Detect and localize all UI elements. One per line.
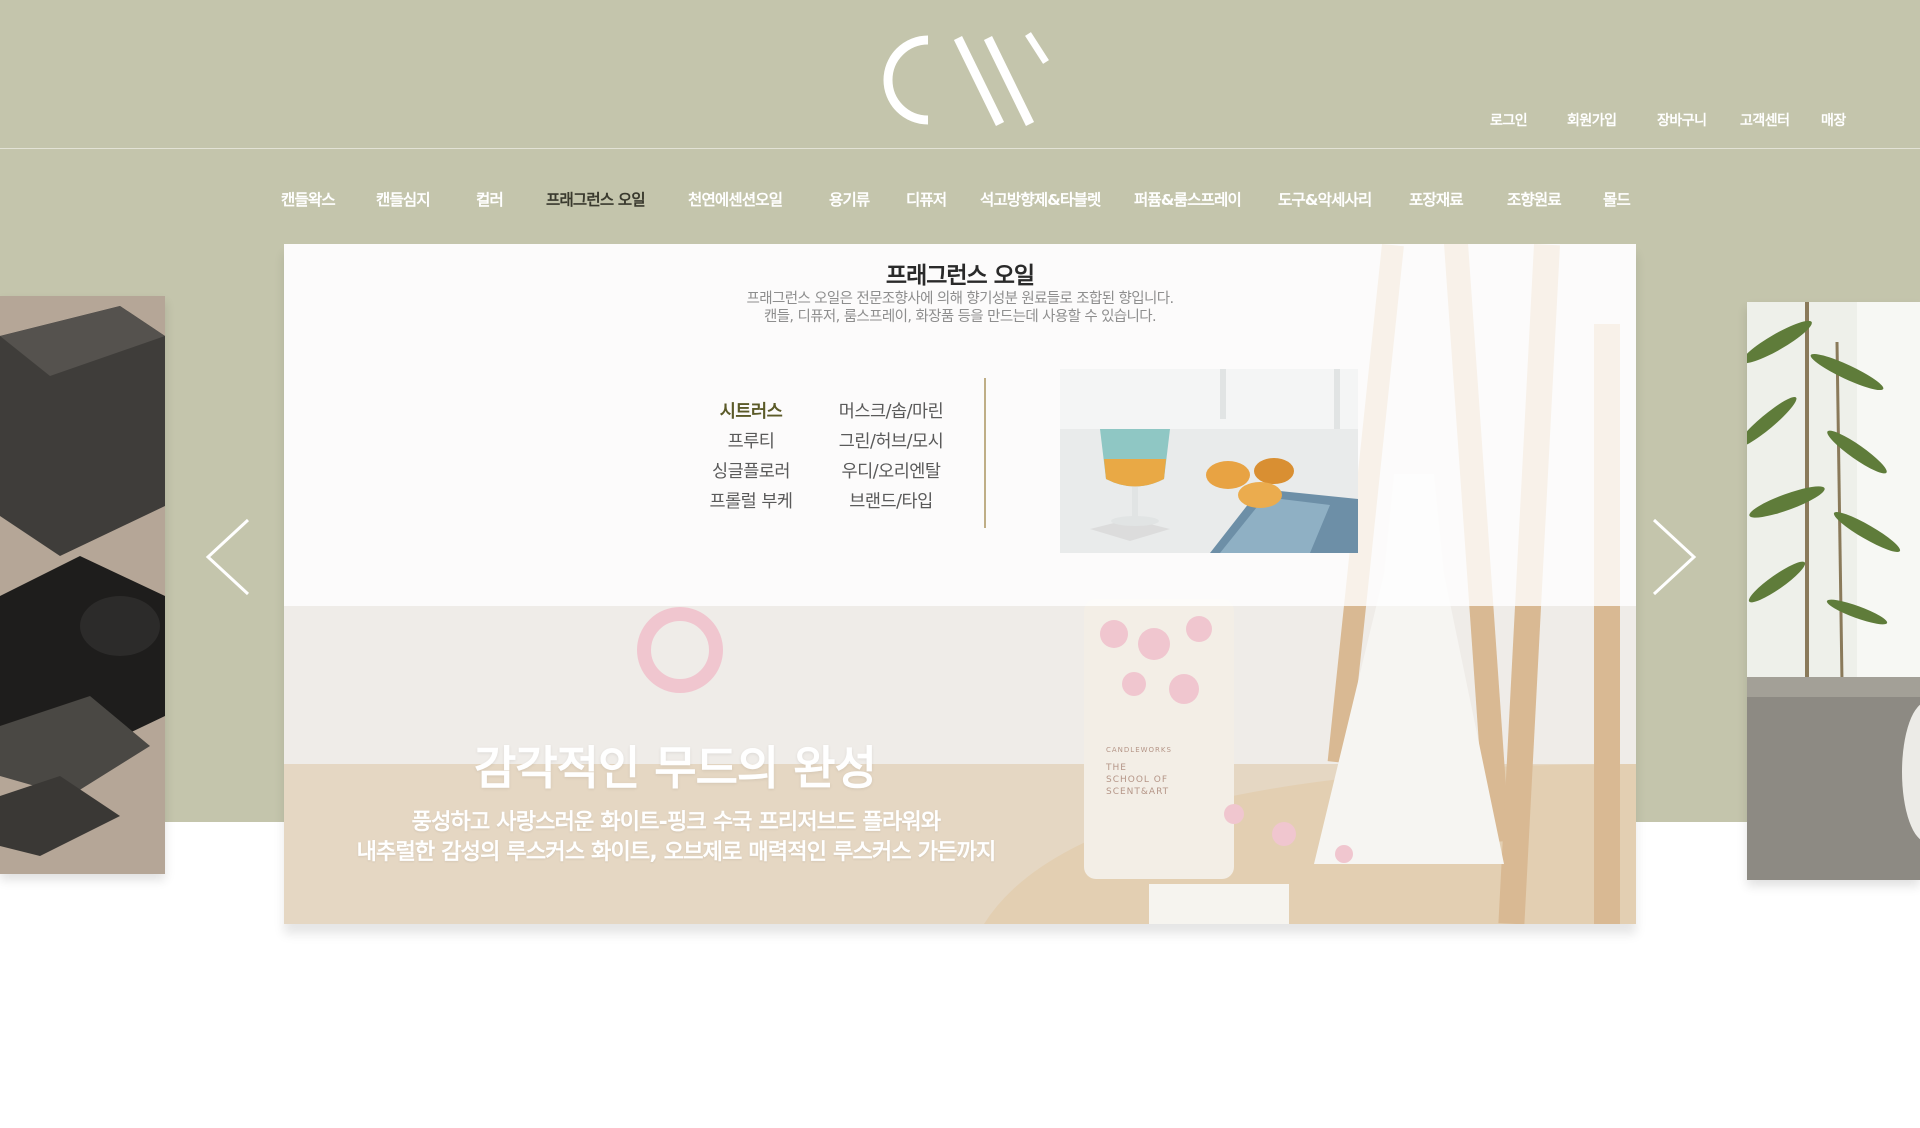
sub-musk-soap-marine[interactable]: 머스크/솝/마린: [826, 398, 956, 423]
main-nav: 캔들왁스 캔들심지 컬러 프래그런스 오일 천연에센션오일 용기류 디퓨저 석고…: [0, 188, 1920, 214]
sub-woody-oriental[interactable]: 우디/오리엔탈: [826, 458, 956, 483]
login-link[interactable]: 로그인: [1490, 110, 1528, 130]
nav-diffuser[interactable]: 디퓨저: [906, 188, 947, 210]
mega-menu-divider: [984, 378, 986, 528]
nav-containers[interactable]: 용기류: [829, 188, 870, 210]
sub-green-herb[interactable]: 그린/허브/모시: [826, 428, 956, 453]
header-divider: [0, 148, 1920, 149]
candle-label-line-3: SCENT&ART: [1106, 787, 1170, 797]
store-link[interactable]: 매장: [1821, 110, 1846, 130]
nav-plaster-tablet[interactable]: 석고방향제&타블렛: [980, 188, 1101, 210]
nav-mold[interactable]: 몰드: [1603, 188, 1631, 210]
mega-desc-line-2: 캔들, 디퓨저, 룸스프레이, 화장품 등을 만드는데 사용할 수 있습니다.: [763, 309, 1157, 325]
nav-packaging[interactable]: 포장재료: [1409, 188, 1464, 210]
candle-label: CANDLEWORKS THE SCHOOL OF SCENT&ART: [1106, 744, 1216, 798]
utility-nav: 로그인 회원가입 장바구니 고객센터 매장: [0, 110, 1920, 130]
candle-label-line-2: SCHOOL OF: [1106, 775, 1169, 785]
next-arrow-icon[interactable]: [1644, 512, 1704, 602]
prev-slide-preview[interactable]: [0, 296, 165, 874]
customer-center-link[interactable]: 고객센터: [1740, 110, 1790, 130]
main-slide[interactable]: 프래그런스 오일 프래그런스 오일은 전문조향사에 의해 향기성분 원료들로 조…: [284, 244, 1636, 924]
cocktail-drink-image[interactable]: [1060, 369, 1358, 553]
mega-menu-panel: 프래그런스 오일 프래그런스 오일은 전문조향사에 의해 향기성분 원료들로 조…: [284, 244, 1636, 606]
sub-citrus[interactable]: 시트러스: [686, 398, 816, 423]
candle-label-line-1: THE: [1106, 763, 1127, 773]
slide-subtext: 풍성하고 사랑스러운 화이트-핑크 수국 프리저브드 플라워와 내추럴한 감성의…: [284, 808, 1068, 868]
mega-desc-line-1: 프래그런스 오일은 전문조향사에 의해 향기성분 원료들로 조합된 향입니다.: [746, 291, 1174, 307]
slide-sub-line-1: 풍성하고 사랑스러운 화이트-핑크 수국 프리저브드 플라워와: [411, 810, 941, 835]
sub-floral-bouquet[interactable]: 프롤럴 부케: [686, 488, 816, 513]
black-boxes-image: [0, 296, 165, 874]
prev-arrow-icon[interactable]: [198, 512, 258, 602]
slide-headline: 감각적인 무드의 완성: [474, 741, 877, 795]
sub-brand-type[interactable]: 브랜드/타입: [826, 488, 956, 513]
nav-perfumery-materials[interactable]: 조향원료: [1507, 188, 1562, 210]
slide-sub-line-2: 내추럴한 감성의 루스커스 화이트, 오브제로 매력적인 루스커스 가든까지: [356, 840, 997, 865]
nav-candle-wick[interactable]: 캔들심지: [376, 188, 431, 210]
sub-fruity[interactable]: 프루티: [686, 428, 816, 453]
candle-label-brand: CANDLEWORKS: [1106, 746, 1172, 754]
nav-perfume-roomspray[interactable]: 퍼퓸&룸스프레이: [1134, 188, 1242, 210]
nav-color[interactable]: 컬러: [476, 188, 504, 210]
signup-link[interactable]: 회원가입: [1567, 110, 1617, 130]
mega-menu-title: 프래그런스 오일: [885, 263, 1035, 289]
sub-single-floral[interactable]: 싱글플로러: [686, 458, 816, 483]
nav-essential-oil[interactable]: 천연에센션오일: [688, 188, 783, 210]
nav-fragrance-oil[interactable]: 프래그런스 오일: [546, 188, 646, 210]
next-slide-preview[interactable]: [1747, 302, 1920, 880]
nav-tools-accessories[interactable]: 도구&악세사리: [1278, 188, 1372, 210]
mega-menu-description: 프래그런스 오일은 전문조향사에 의해 향기성분 원료들로 조합된 향입니다. …: [284, 290, 1636, 326]
cart-link[interactable]: 장바구니: [1657, 110, 1707, 130]
nav-candle-wax[interactable]: 캔들왁스: [281, 188, 336, 210]
plant-interior-image: [1747, 302, 1920, 880]
